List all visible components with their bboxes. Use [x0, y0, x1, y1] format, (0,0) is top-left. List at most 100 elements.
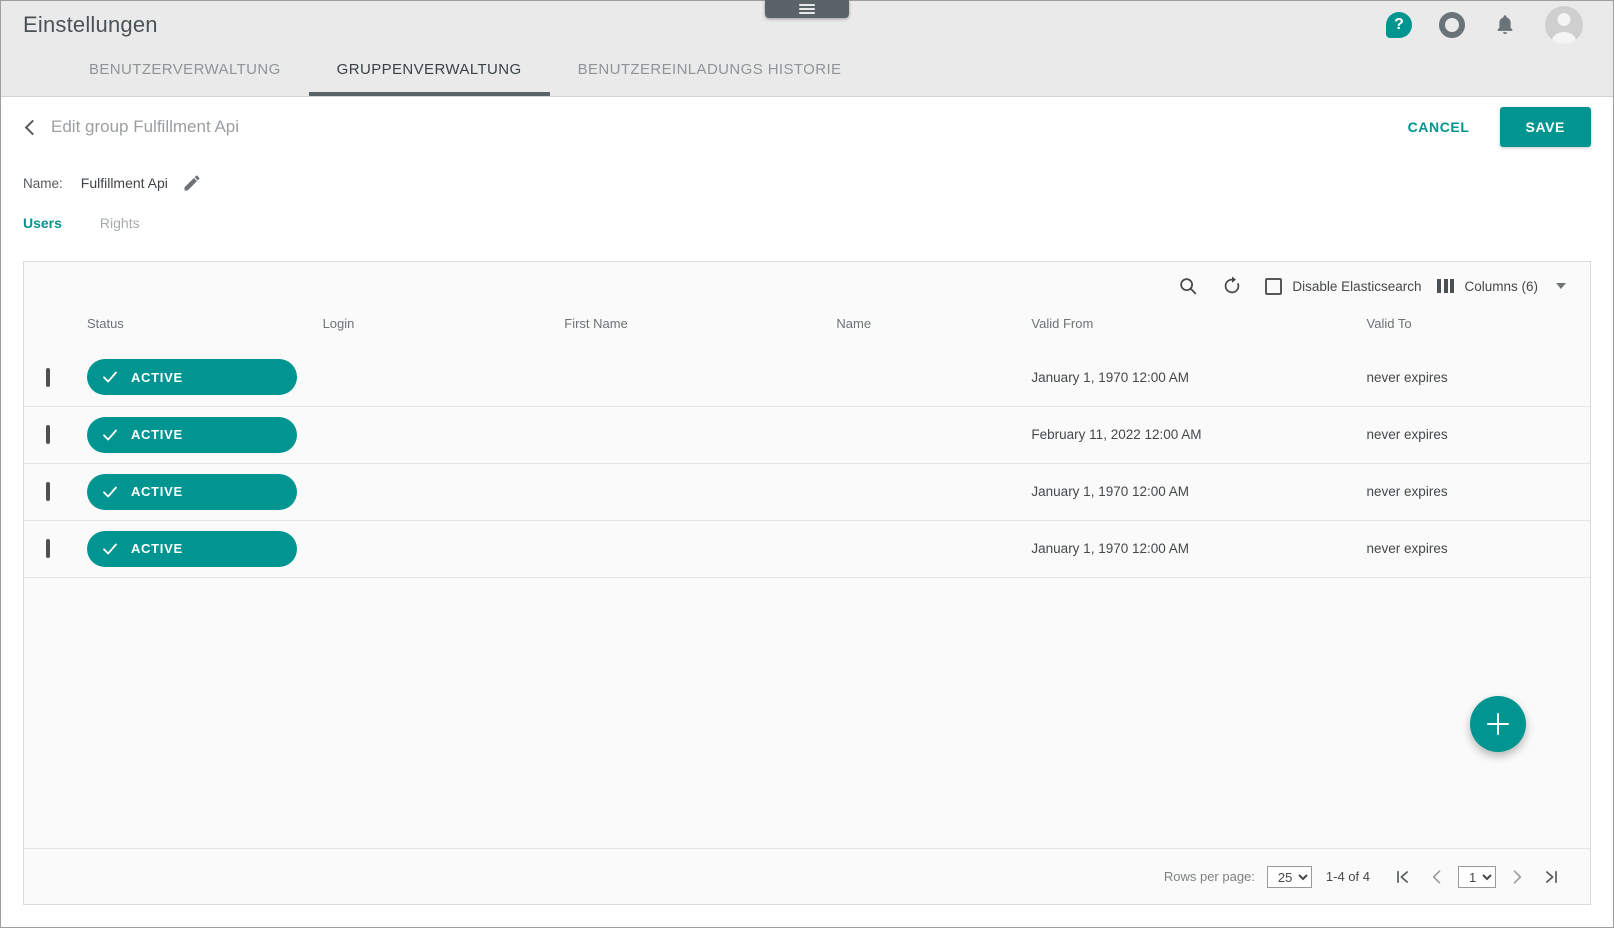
row-name-cell	[836, 349, 1032, 407]
row-status-cell: ACTIVE	[86, 520, 323, 578]
row-valid-to-cell: never expires	[1366, 349, 1590, 407]
tab-rights[interactable]: Rights	[100, 215, 140, 231]
pagination-range: 1-4 of 4	[1325, 869, 1370, 884]
column-header-login[interactable]: Login	[323, 310, 565, 349]
header-actions: CANCEL SAVE	[1396, 107, 1591, 147]
next-page-icon[interactable]	[1500, 860, 1534, 894]
column-header-valid-from[interactable]: Valid From	[1031, 310, 1366, 349]
column-header-first-name[interactable]: First Name	[564, 310, 836, 349]
row-valid-from-cell: February 11, 2022 12:00 AM	[1031, 406, 1367, 464]
columns-selector[interactable]: Columns (6)	[1464, 279, 1566, 294]
table-row[interactable]: ACTIVE January 1, 1970 12:00 AM never ex…	[24, 349, 1590, 407]
table-row[interactable]: ACTIVE February 11, 2022 12:00 AM never …	[24, 406, 1590, 464]
row-name-cell	[836, 463, 1032, 521]
row-checkbox[interactable]	[46, 482, 50, 501]
table-row[interactable]: ACTIVE January 1, 1970 12:00 AM never ex…	[24, 520, 1590, 578]
table-head: Status Login First Name Name Valid From …	[24, 310, 1590, 349]
row-login-cell	[322, 406, 565, 464]
row-status-cell: ACTIVE	[86, 349, 323, 407]
save-button[interactable]: SAVE	[1499, 107, 1591, 147]
columns-icon[interactable]	[1437, 279, 1455, 293]
pencil-icon[interactable]	[182, 173, 202, 193]
row-first-name-cell	[564, 463, 837, 521]
cancel-button[interactable]: CANCEL	[1396, 110, 1482, 144]
previous-page-icon[interactable]	[1420, 860, 1454, 894]
group-name-row: Name: Fulfillment Api	[1, 157, 1613, 201]
tab-benutzerverwaltung[interactable]: BENUTZERVERWALTUNG	[61, 61, 309, 96]
refresh-icon[interactable]	[1221, 275, 1243, 297]
help-icon[interactable]: ?	[1386, 12, 1412, 38]
status-badge: ACTIVE	[86, 359, 297, 396]
breadcrumb: Edit group Fulfillment Api	[51, 117, 240, 136]
add-user-fab[interactable]	[1470, 696, 1526, 752]
status-badge: ACTIVE	[86, 473, 297, 510]
tab-users[interactable]: Users	[23, 215, 62, 231]
disable-elasticsearch-label: Disable Elasticsearch	[1292, 278, 1422, 294]
status-label: ACTIVE	[130, 484, 183, 499]
disable-elasticsearch-checkbox[interactable]: Disable Elasticsearch	[1265, 277, 1422, 295]
row-first-name-cell	[564, 406, 837, 464]
column-header-status[interactable]: Status	[87, 310, 323, 349]
column-header-name[interactable]: Name	[836, 310, 1031, 349]
module-tabs: BENUTZERVERWALTUNG GRUPPENVERWALTUNG BEN…	[1, 49, 1613, 96]
check-icon	[103, 429, 117, 440]
chevron-down-icon	[1556, 283, 1566, 289]
row-login-cell	[322, 349, 565, 407]
row-select-cell	[24, 349, 87, 407]
table-toolbar: Disable Elasticsearch Columns (6)	[24, 262, 1590, 310]
row-valid-from-cell: January 1, 1970 12:00 AM	[1031, 463, 1367, 521]
check-icon	[103, 371, 117, 383]
detail-tabs: Users Rights	[1, 201, 1613, 245]
row-valid-to-cell: never expires	[1366, 463, 1590, 521]
tab-benutzereinladungs-historie[interactable]: BENUTZEREINLADUNGS HISTORIE	[550, 61, 870, 96]
row-checkbox[interactable]	[46, 367, 50, 387]
checkbox-box	[1265, 277, 1283, 295]
row-valid-to-cell: never expires	[1366, 406, 1590, 464]
status-label: ACTIVE	[130, 427, 183, 442]
column-header-valid-to[interactable]: Valid To	[1367, 310, 1590, 349]
back-chevron-icon[interactable]	[21, 118, 39, 136]
status-ring-icon[interactable]	[1439, 12, 1465, 38]
row-name-cell	[836, 520, 1032, 578]
header-icon-group: ?	[1386, 6, 1591, 44]
row-checkbox[interactable]	[46, 425, 50, 444]
status-label: ACTIVE	[130, 541, 183, 556]
row-select-cell	[24, 520, 87, 578]
row-login-cell	[322, 463, 565, 521]
application-window: Einstellungen ? BENUTZERVERWALTUNG GRUPP…	[0, 0, 1614, 928]
window-drag-handle[interactable]	[765, 0, 849, 18]
hamburger-icon	[799, 4, 815, 14]
table-header-row: Status Login First Name Name Valid From …	[24, 310, 1590, 349]
check-icon	[103, 543, 117, 554]
group-name-value: Fulfillment Api	[80, 175, 168, 191]
select-all-header	[24, 310, 87, 349]
users-table: Status Login First Name Name Valid From …	[24, 310, 1590, 578]
row-login-cell	[322, 520, 565, 578]
columns-label: Columns (6)	[1464, 278, 1538, 294]
check-icon	[103, 486, 117, 497]
users-table-card: Disable Elasticsearch Columns (6) Status	[23, 261, 1591, 905]
page-title: Einstellungen	[23, 12, 158, 37]
search-icon[interactable]	[1177, 275, 1199, 297]
row-checkbox[interactable]	[46, 539, 50, 558]
top-chrome: Einstellungen ? BENUTZERVERWALTUNG GRUPP…	[1, 0, 1613, 97]
rows-per-page-select[interactable]: 25	[1266, 865, 1312, 888]
row-select-cell	[24, 463, 87, 521]
help-bubble-glyph: ?	[1386, 12, 1412, 38]
table-row[interactable]: ACTIVE January 1, 1970 12:00 AM never ex…	[24, 463, 1590, 521]
tab-gruppenverwaltung[interactable]: GRUPPENVERWALTUNG	[308, 61, 550, 96]
row-status-cell: ACTIVE	[86, 406, 323, 464]
row-valid-from-cell: January 1, 1970 12:00 AM	[1031, 520, 1367, 578]
row-valid-from-cell: January 1, 1970 12:00 AM	[1031, 349, 1367, 407]
row-name-cell	[836, 406, 1032, 464]
table-scroll-region: Status Login First Name Name Valid From …	[24, 310, 1590, 848]
user-avatar[interactable]	[1545, 6, 1583, 44]
notifications-bell-icon[interactable]	[1492, 12, 1518, 38]
table-body: ACTIVE January 1, 1970 12:00 AM never ex…	[24, 349, 1590, 578]
row-status-cell: ACTIVE	[86, 463, 323, 521]
first-page-icon[interactable]	[1386, 860, 1420, 894]
pagination-bar: Rows per page: 25 1-4 of 4 1	[24, 848, 1590, 904]
row-valid-to-cell: never expires	[1366, 520, 1590, 578]
last-page-icon[interactable]	[1534, 860, 1568, 894]
page-number-select[interactable]: 1	[1458, 865, 1496, 888]
